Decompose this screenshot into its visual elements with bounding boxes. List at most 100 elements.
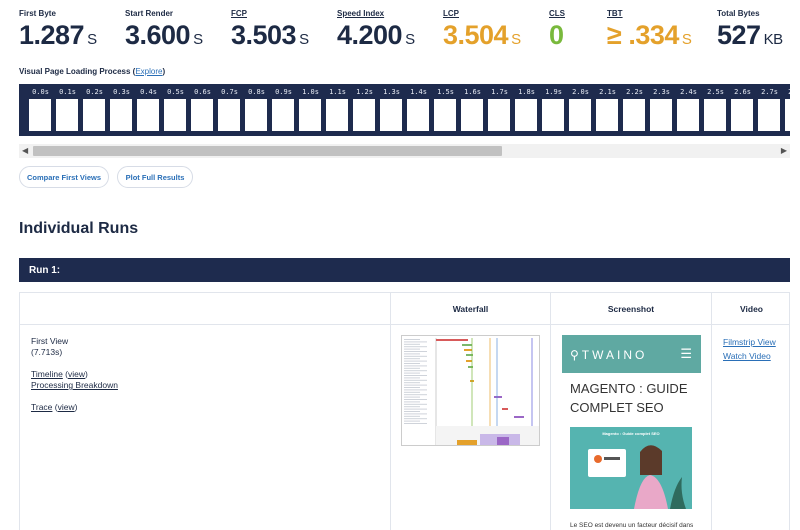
watch-video-link[interactable]: Watch Video [723, 348, 776, 365]
frame-time: 1.0s [302, 88, 319, 96]
filmstrip-frame[interactable]: 1.5s [432, 84, 459, 136]
frame-time: 1.9s [545, 88, 562, 96]
article-title: MAGENTO : GUIDE COMPLET SEO [570, 381, 688, 415]
filmstrip-frame[interactable]: 2.3s [648, 84, 675, 136]
metric-label[interactable]: LCP [443, 9, 521, 20]
processing-breakdown-link[interactable]: Processing Breakdown [31, 380, 118, 390]
frame-thumbnail [326, 99, 348, 131]
filmstrip-frame[interactable]: 0.7s [216, 84, 243, 136]
trace-link[interactable]: Trace [31, 402, 52, 412]
filmstrip-frame[interactable]: 2.1s [594, 84, 621, 136]
filmstrip-frame[interactable]: 2.0s [567, 84, 594, 136]
compare-first-views-button[interactable]: Compare First Views [19, 166, 109, 188]
screenshot-thumbnail[interactable]: ⚲TWAINO ☰ MAGENTO : GUIDE COMPLET SEO Ma… [562, 335, 701, 530]
plot-full-results-button[interactable]: Plot Full Results [117, 166, 193, 188]
filmstrip-frame[interactable]: 2.4s [675, 84, 702, 136]
video-links: Filmstrip View Watch Video [723, 334, 776, 365]
frame-thumbnail [56, 99, 78, 131]
frame-time: 0.3s [113, 88, 130, 96]
filmstrip-frame[interactable]: 1.8s [513, 84, 540, 136]
run-table: Waterfall Screenshot Video First View (7… [19, 292, 790, 530]
frame-thumbnail [650, 99, 672, 131]
frame-time: 1.6s [464, 88, 481, 96]
frame-time: 2.6s [734, 88, 751, 96]
filmstrip-frame[interactable]: 0.4s [135, 84, 162, 136]
scroll-left-icon[interactable]: ◀ [22, 146, 28, 155]
frame-thumbnail [461, 99, 483, 131]
waterfall-header: Waterfall [452, 304, 489, 314]
scroll-right-icon[interactable]: ▶ [781, 146, 787, 155]
metric-label[interactable]: TBT [607, 9, 691, 20]
metric-label[interactable]: FCP [231, 9, 309, 20]
filmstrip-frame[interactable]: 0.6s [189, 84, 216, 136]
screenshot-header: Screenshot [607, 304, 655, 314]
filmstrip-frame[interactable]: 1.6s [459, 84, 486, 136]
filmstrip-frame[interactable]: 0.9s [270, 84, 297, 136]
frame-thumbnail [434, 99, 456, 131]
frame-time: 2.4s [680, 88, 697, 96]
frame-time: 2.2s [626, 88, 643, 96]
filmstrip-frame[interactable]: 2.7s [756, 84, 783, 136]
frame-thumbnail [488, 99, 510, 131]
frame-thumbnail [569, 99, 591, 131]
filmstrip-frame[interactable]: 0.8s [243, 84, 270, 136]
metric-1: Start Render 3.600 S [125, 9, 203, 55]
filmstrip-frame[interactable]: 1.9s [540, 84, 567, 136]
frame-time: 0.9s [275, 88, 292, 96]
explore-link[interactable]: Explore [135, 67, 162, 76]
filmstrip-frame[interactable]: 1.0s [297, 84, 324, 136]
metric-label[interactable]: Speed Index [337, 9, 415, 20]
filmstrip[interactable]: 0.0s 0.1s 0.2s 0.3s 0.4s 0.5s 0.6s 0.7s 0.8s 0.9s… [19, 84, 790, 136]
frame-thumbnail [110, 99, 132, 131]
filmstrip-frame[interactable]: 0.2s [81, 84, 108, 136]
frame-thumbnail [542, 99, 564, 131]
hamburger-menu-icon: ☰ [680, 346, 692, 361]
metric-number: 3.503 [231, 20, 297, 50]
video-header: Video [740, 304, 763, 314]
filmstrip-frame[interactable]: 0.0s [27, 84, 54, 136]
filmstrip-frame[interactable]: 2.5s [702, 84, 729, 136]
waterfall-thumbnail[interactable] [401, 335, 540, 446]
frame-time: 1.4s [410, 88, 427, 96]
frame-thumbnail [407, 99, 429, 131]
filmstrip-frame[interactable]: 0.1s [54, 84, 81, 136]
metric-7: Total Bytes 527 KB [717, 9, 783, 55]
frame-time: 2.8s [783, 88, 790, 96]
frame-thumbnail [353, 99, 375, 131]
metric-unit: S [681, 31, 692, 48]
visual-loading-label: Visual Page Loading Process (Explore) [19, 67, 166, 76]
filmstrip-frame[interactable]: 1.3s [378, 84, 405, 136]
metric-value: 527 KB [717, 20, 783, 55]
frame-thumbnail [623, 99, 645, 131]
filmstrip-frame[interactable]: 1.2s [351, 84, 378, 136]
frame-time: 2.0s [572, 88, 589, 96]
metric-number: ≥ .334 [607, 20, 679, 50]
timeline-link[interactable]: Timeline [31, 369, 63, 379]
metric-unit: S [405, 31, 415, 48]
frame-thumbnail [731, 99, 753, 131]
metric-value: 1.287 S [19, 20, 97, 55]
frame-time: 2.1s [599, 88, 616, 96]
filmstrip-frame[interactable]: 2.6s [729, 84, 756, 136]
frame-time: 2.7s [761, 88, 778, 96]
frame-thumbnail [515, 99, 537, 131]
horizontal-scrollbar[interactable]: ◀ ▶ [19, 144, 790, 158]
twaino-logo: ⚲TWAINO [570, 348, 648, 362]
metric-label: Start Render [125, 9, 174, 18]
filmstrip-frame[interactable]: 1.4s [405, 84, 432, 136]
metric-value: 0 [549, 20, 567, 55]
filmstrip-frame[interactable]: 0.3s [108, 84, 135, 136]
site-header: ⚲TWAINO ☰ [562, 335, 701, 373]
trace-view-link[interactable]: view [58, 402, 75, 412]
frame-time: 0.1s [59, 88, 76, 96]
scrollbar-thumb[interactable] [33, 146, 502, 156]
timeline-view-link[interactable]: view [68, 369, 85, 379]
filmstrip-frame[interactable]: 1.7s [486, 84, 513, 136]
metric-unit: S [299, 31, 309, 48]
metric-label[interactable]: CLS [549, 9, 567, 20]
filmstrip-frame[interactable]: 2.8s [783, 84, 790, 136]
first-view-cell: First View (7.713s) Timeline (view) Proc… [31, 336, 118, 412]
filmstrip-frame[interactable]: 1.1s [324, 84, 351, 136]
filmstrip-frame[interactable]: 0.5s [162, 84, 189, 136]
filmstrip-frame[interactable]: 2.2s [621, 84, 648, 136]
